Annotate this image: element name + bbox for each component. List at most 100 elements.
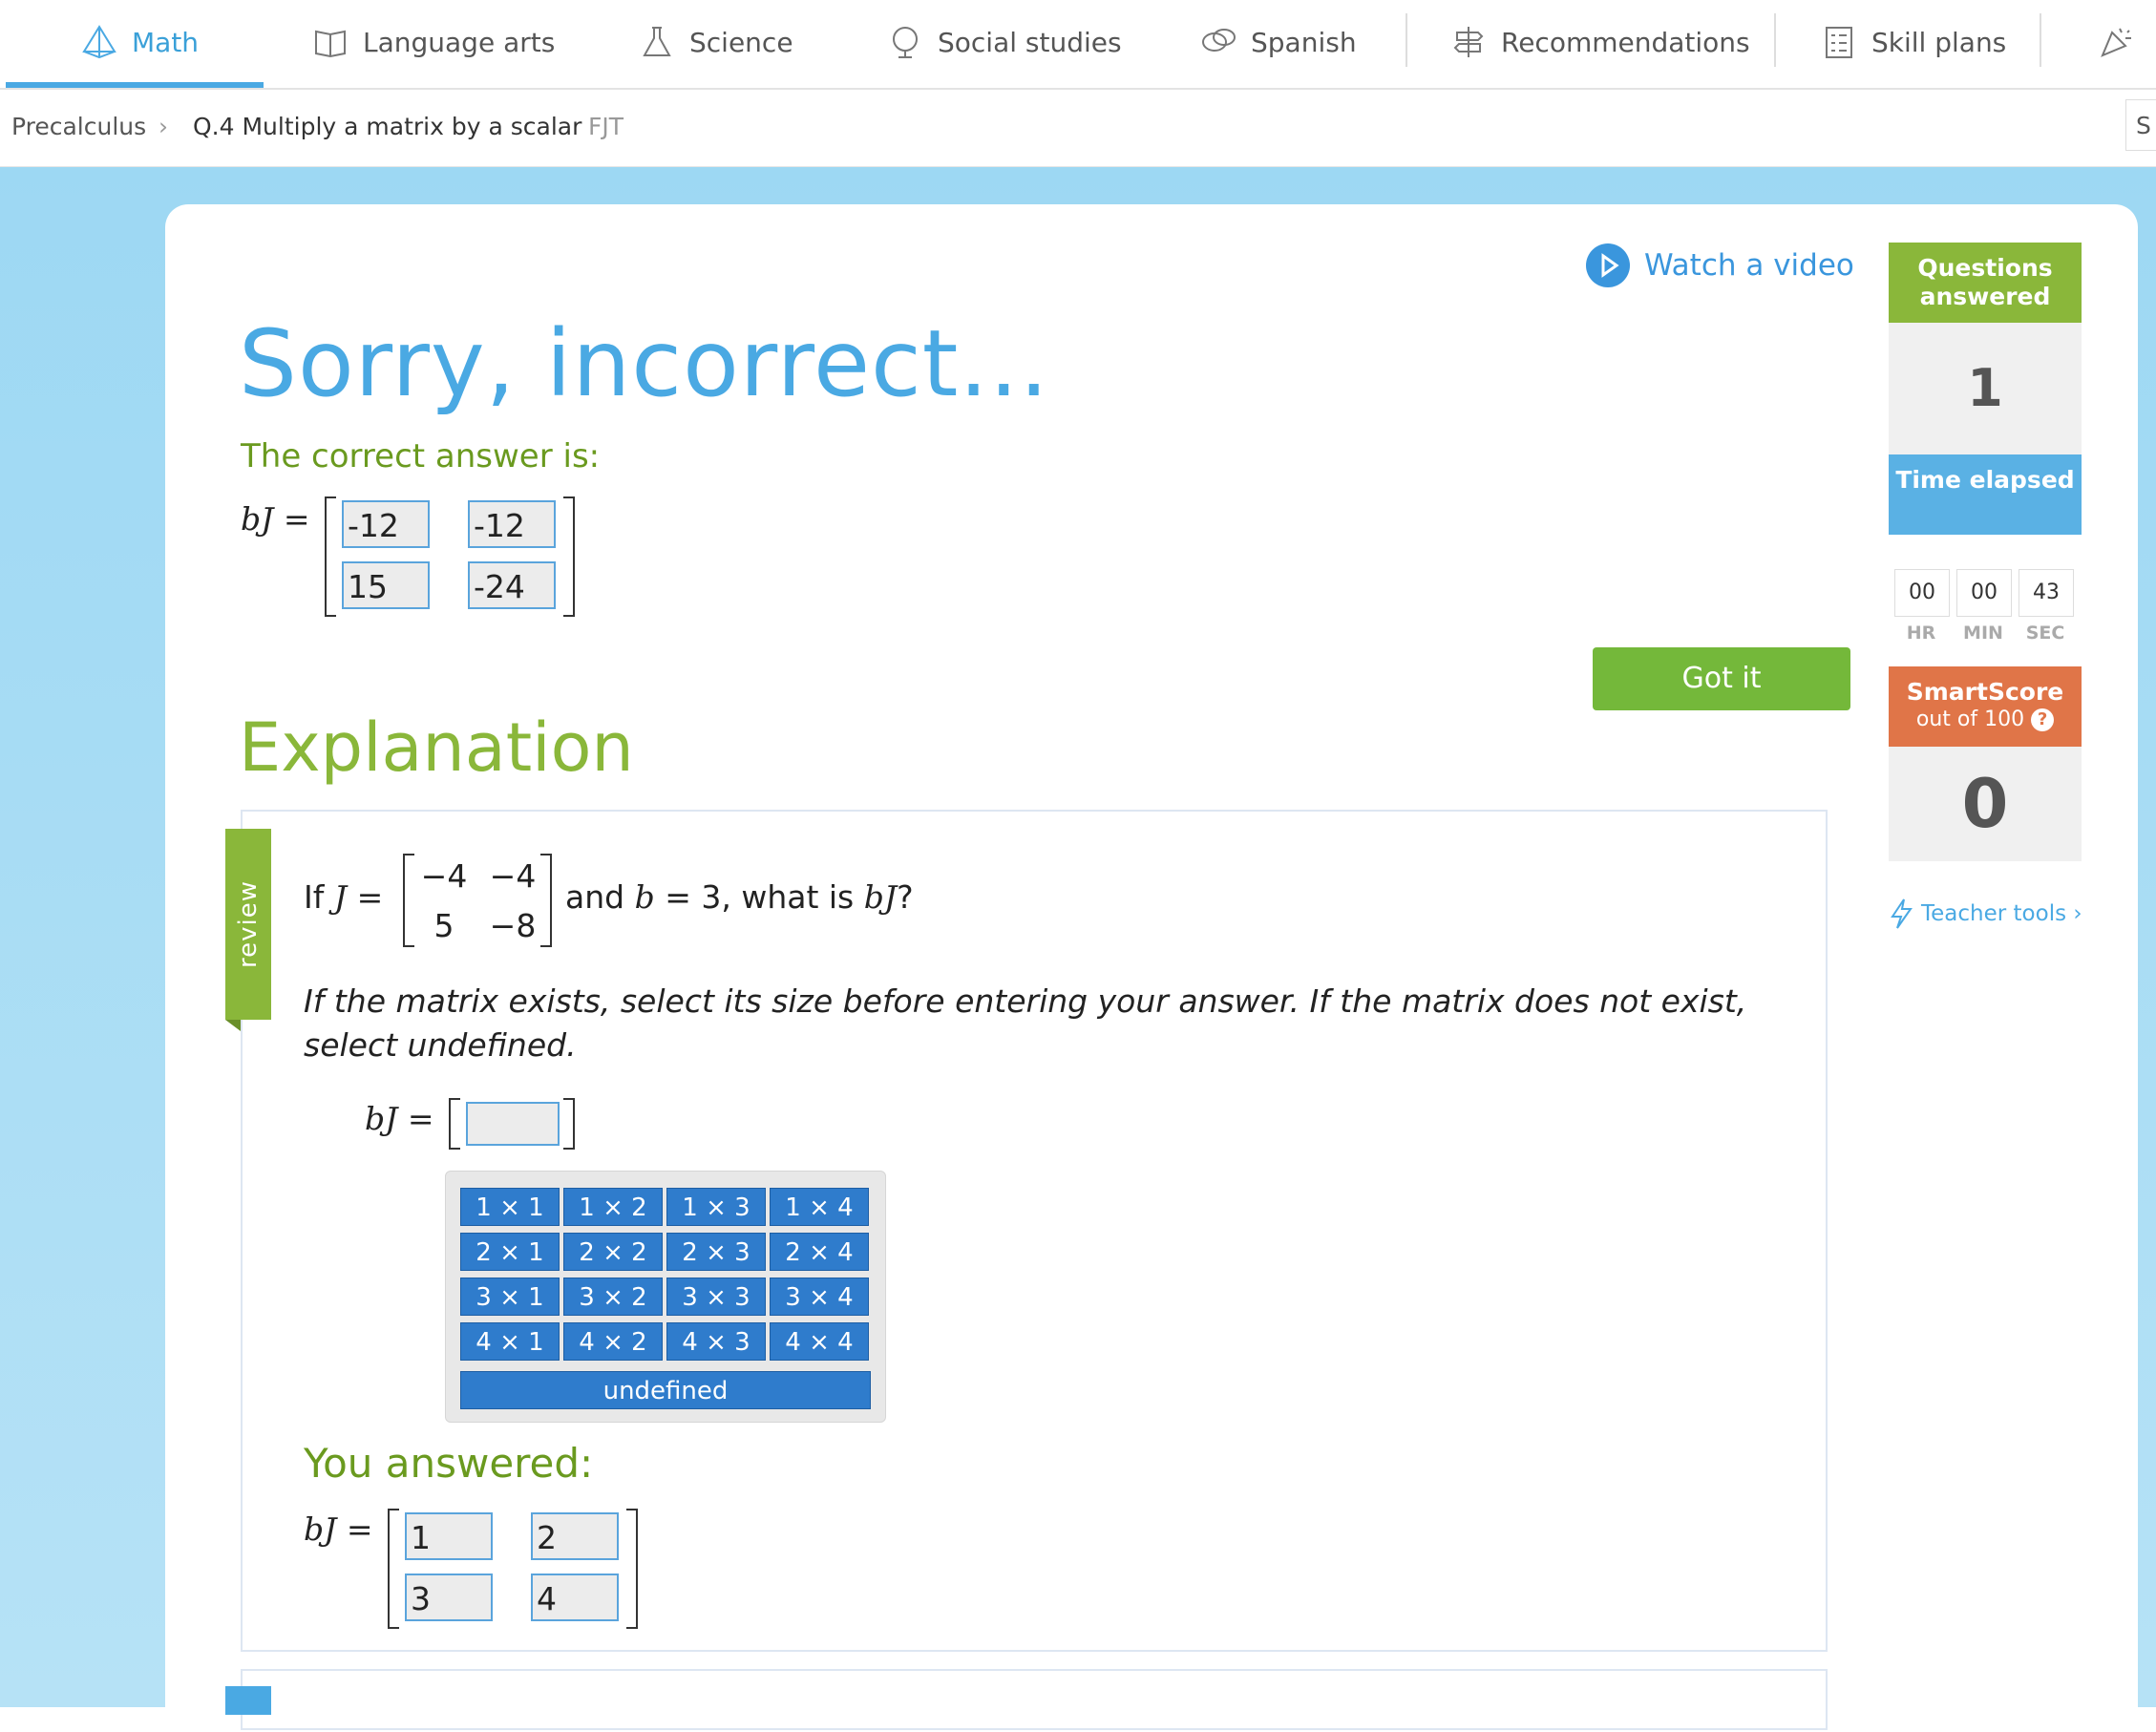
size-option-button[interactable]: 2 × 1: [460, 1233, 560, 1271]
J-cell: −8: [489, 907, 537, 944]
question-rest: and b = 3, what is bJ?: [565, 878, 914, 916]
size-option-button[interactable]: 3 × 2: [563, 1278, 663, 1316]
math-pyramid-icon: [82, 25, 116, 59]
size-option-button[interactable]: 2 × 4: [770, 1233, 869, 1271]
skill-code: FJT: [588, 113, 624, 140]
questions-answered-value: 1: [1889, 323, 2082, 454]
nav-tab-math[interactable]: Math: [80, 0, 199, 84]
size-option-button[interactable]: 4 × 1: [460, 1322, 560, 1361]
hr-label: HR: [1906, 623, 1936, 644]
flask-icon: [643, 27, 671, 56]
nav-tab-skill-plans[interactable]: Skill plans: [1820, 0, 2006, 84]
question-qmark: ?: [897, 878, 914, 916]
help-icon[interactable]: ?: [2031, 708, 2055, 731]
min-label: MIN: [1963, 623, 2003, 644]
left-bracket: [403, 854, 414, 947]
answered-lhs-text: bJ =: [304, 1510, 373, 1548]
size-option-button[interactable]: 4 × 3: [666, 1322, 766, 1361]
undefined-button[interactable]: undefined: [460, 1371, 871, 1409]
teacher-tools-label: Teacher tools ›: [1921, 901, 2082, 926]
left-bracket: [388, 1509, 399, 1629]
explanation-heading: Explanation: [239, 708, 634, 787]
globe-icon: [893, 27, 918, 58]
J-cell: −4: [489, 857, 537, 895]
feedback-title: Sorry, incorrect...: [239, 310, 1049, 417]
breadcrumb-right-button[interactable]: S: [2125, 99, 2156, 151]
review-tab: review: [225, 829, 271, 1020]
nav-divider: [1406, 13, 1407, 67]
time-hours: 00: [1894, 569, 1950, 617]
right-bracket: [540, 854, 552, 947]
answered-cell: 4: [531, 1574, 619, 1621]
smartscore-header: SmartScore out of 100 ?: [1889, 666, 2082, 747]
questions-answered-header: Questions answered: [1889, 243, 2082, 323]
answered-cell: 3: [405, 1574, 493, 1621]
size-option-button[interactable]: 1 × 3: [666, 1188, 766, 1226]
nav-tab-social-studies[interactable]: Social studies: [886, 0, 1122, 84]
smartscore-value: 0: [1889, 747, 2082, 861]
J-cell: −4: [420, 857, 468, 895]
correct-cell: -12: [342, 500, 430, 548]
nav-tab-recommendations[interactable]: Recommendations: [1449, 0, 1750, 84]
nav-tab-label: Recommendations: [1501, 26, 1750, 58]
nav-tab-label: Language arts: [363, 26, 556, 58]
size-option-button[interactable]: 2 × 2: [563, 1233, 663, 1271]
correct-lhs-text: bJ =: [241, 500, 310, 538]
size-option-button[interactable]: 1 × 1: [460, 1188, 560, 1226]
question-bJ: bJ: [863, 878, 898, 916]
size-option-button[interactable]: 1 × 2: [563, 1188, 663, 1226]
question-and: and: [565, 878, 625, 916]
nav-divider: [2040, 13, 2041, 67]
size-option-button[interactable]: 3 × 4: [770, 1278, 869, 1316]
next-section-box: [241, 1669, 1828, 1730]
you-answered-label: You answered:: [304, 1440, 594, 1487]
explain-lhs: bJ =: [365, 1100, 434, 1137]
smartscore-sub-text: out of 100: [1915, 708, 2025, 731]
left-bracket: [325, 496, 336, 617]
book-icon: [315, 30, 346, 58]
smartscore-sub: out of 100 ?: [1889, 708, 2082, 731]
correct-lhs: bJ =: [241, 500, 310, 538]
question-eq3: = 3, what is: [665, 878, 855, 916]
lightning-icon: [1891, 898, 1913, 929]
review-tab-fold: [225, 1020, 241, 1031]
active-tab-indicator: [6, 82, 264, 88]
next-section-tab: [225, 1686, 271, 1715]
teacher-tools-link[interactable]: Teacher tools ›: [1887, 898, 2082, 930]
checklist-icon: [1826, 27, 1852, 58]
speech-bubbles-icon: [1202, 29, 1236, 52]
watch-video-link[interactable]: Watch a video: [1585, 243, 1854, 288]
play-icon: [1586, 243, 1630, 287]
time-seconds: 43: [2019, 569, 2074, 617]
right-bracket: [563, 496, 575, 617]
instruction-text: If the matrix exists, select its size be…: [304, 982, 1747, 1064]
question-b: b: [634, 878, 655, 916]
nav-tab-language-arts[interactable]: Language arts: [311, 0, 555, 84]
got-it-button[interactable]: Got it: [1593, 647, 1850, 710]
size-option-button[interactable]: 4 × 4: [770, 1322, 869, 1361]
nav-tab-spanish[interactable]: Spanish: [1199, 0, 1357, 84]
question-if-text: If: [304, 878, 325, 916]
breadcrumb-subject[interactable]: Precalculus: [11, 113, 146, 140]
left-bracket: [449, 1098, 460, 1150]
time-elapsed-header: Time elapsed: [1889, 454, 2082, 535]
nav-tab-science[interactable]: Science: [638, 0, 793, 84]
correct-cell: 15: [342, 561, 430, 609]
answered-cell: 2: [531, 1512, 619, 1560]
J-cell: 5: [433, 907, 454, 944]
correct-cell: -12: [468, 500, 556, 548]
right-bracket: [626, 1509, 638, 1629]
size-option-button[interactable]: 1 × 4: [770, 1188, 869, 1226]
nav-tab-more[interactable]: [2097, 0, 2135, 84]
size-option-button[interactable]: 2 × 3: [666, 1233, 766, 1271]
sec-label: SEC: [2025, 623, 2065, 644]
size-option-button[interactable]: 3 × 3: [666, 1278, 766, 1316]
matrix-input-cell[interactable]: [466, 1102, 560, 1146]
size-option-button[interactable]: 3 × 1: [460, 1278, 560, 1316]
review-tab-label: review: [234, 880, 263, 968]
correct-answer-label: The correct answer is:: [241, 437, 601, 475]
nav-tab-label: Math: [132, 26, 200, 58]
time-minutes: 00: [1956, 569, 2012, 617]
breadcrumb: Precalculus › Q.4 Multiply a matrix by a…: [0, 90, 2156, 167]
size-option-button[interactable]: 4 × 2: [563, 1322, 663, 1361]
